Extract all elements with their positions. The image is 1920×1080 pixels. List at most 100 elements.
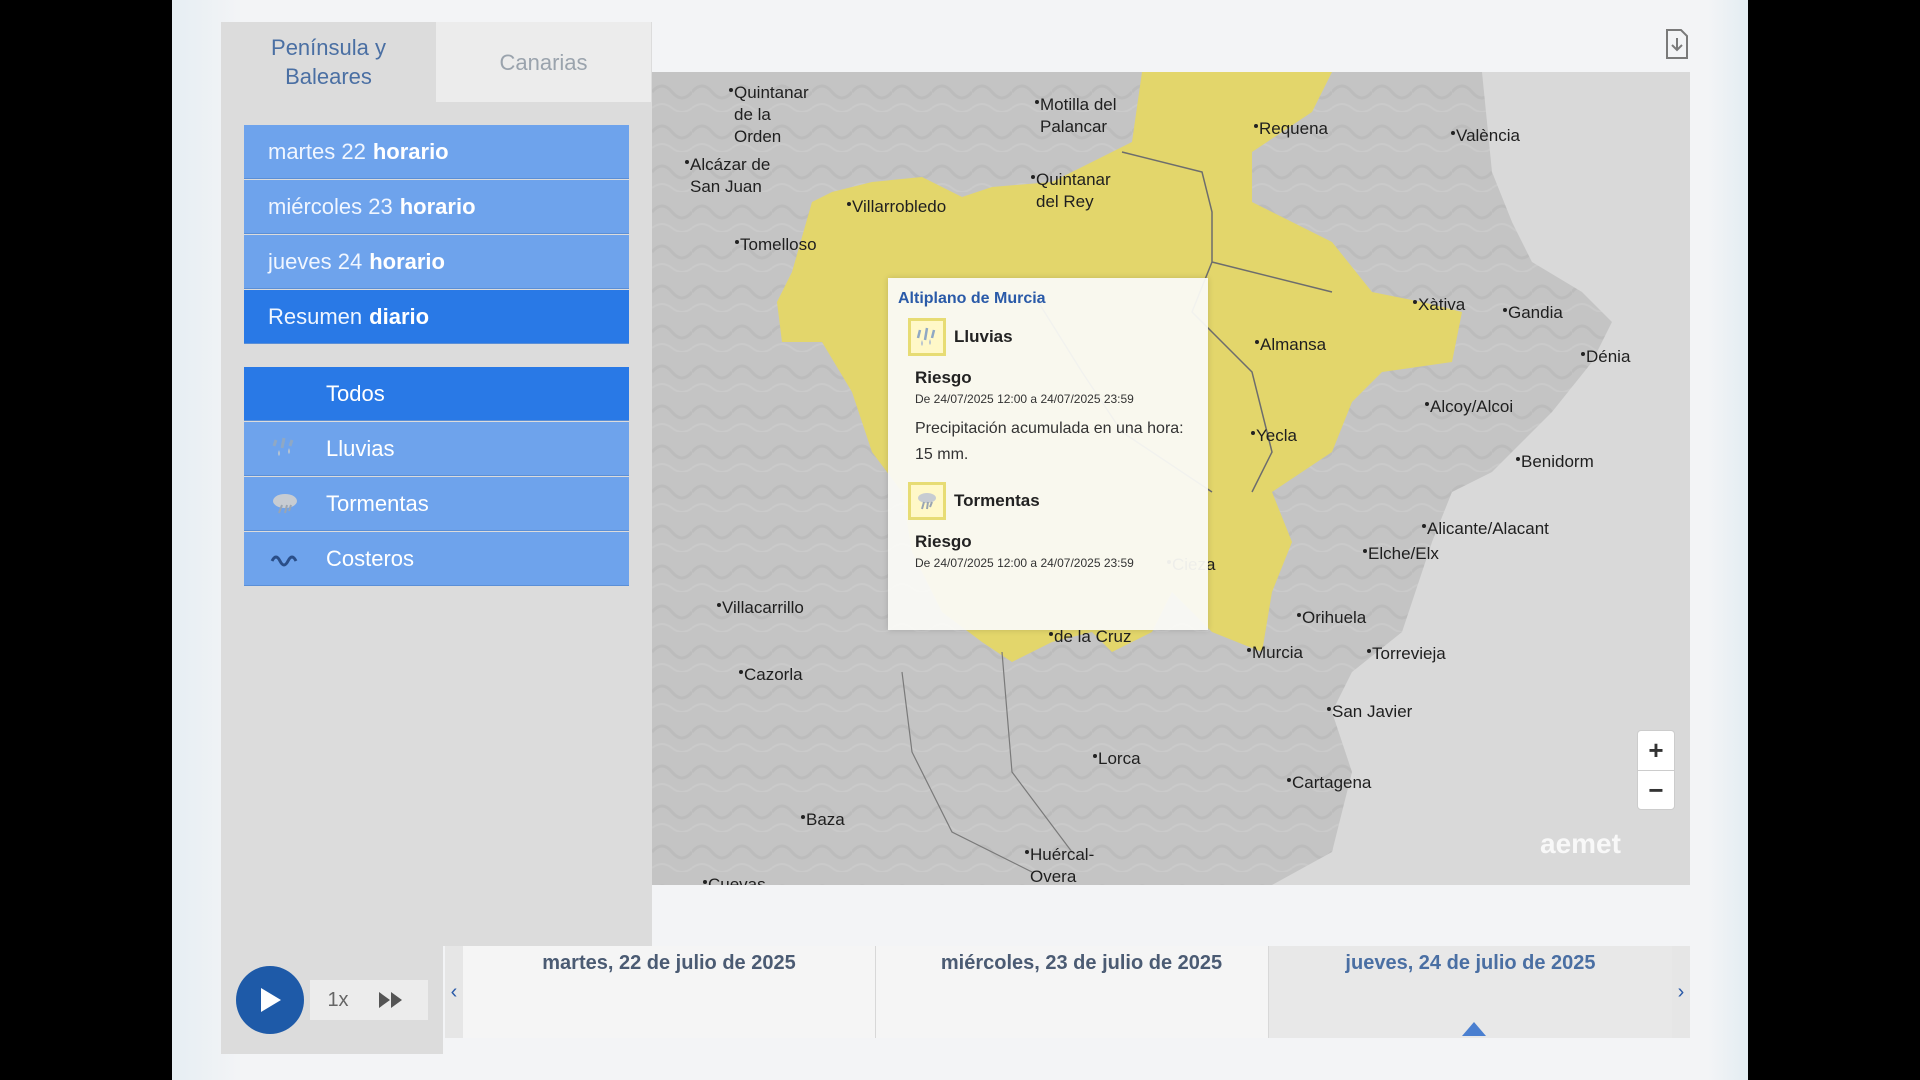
city-label: Motilla del Palancar bbox=[1035, 94, 1117, 138]
play-icon bbox=[261, 988, 281, 1012]
zoom-in-button[interactable]: + bbox=[1638, 731, 1674, 771]
filter-todos[interactable]: Todos bbox=[244, 367, 629, 421]
city-label: Quintanar del Rey bbox=[1031, 169, 1111, 213]
city-name: Villacarrillo bbox=[722, 598, 804, 617]
speed-control: 1x bbox=[310, 980, 428, 1020]
rain-icon bbox=[908, 318, 946, 356]
timeline-day-tuesday[interactable]: martes, 22 de julio de 2025 bbox=[463, 946, 875, 1038]
zoom-control: + − bbox=[1637, 730, 1675, 810]
city-label: Murcia bbox=[1246, 642, 1304, 664]
city-name: Motilla del Palancar bbox=[1040, 95, 1117, 136]
play-button[interactable] bbox=[236, 966, 304, 1034]
city-name: Alcázar de San Juan bbox=[690, 155, 771, 196]
filter-label: Tormentas bbox=[326, 490, 429, 516]
city-name: Xàtiva bbox=[1418, 295, 1466, 314]
risk-row: Lluvias bbox=[908, 318, 1198, 356]
city-label: Yecla bbox=[1251, 425, 1297, 447]
filter-costeros[interactable]: Costeros bbox=[244, 532, 629, 586]
menu-kind-label: horario bbox=[372, 138, 449, 164]
menu-day-tuesday[interactable]: martes 22 horario bbox=[244, 125, 629, 179]
download-icon[interactable] bbox=[1663, 28, 1691, 60]
menu-kind-label: horario bbox=[399, 193, 476, 219]
city-label: Requena bbox=[1253, 118, 1329, 140]
menu-kind-label: horario bbox=[369, 248, 445, 274]
city-label: Tomelloso bbox=[735, 234, 817, 256]
timeline-next-button[interactable]: › bbox=[1672, 946, 1690, 1038]
city-name: Alicante/Alacant bbox=[1427, 519, 1549, 538]
city-label: Huércal- Overa bbox=[1024, 844, 1095, 885]
menu-daily-summary[interactable]: Resumen diario bbox=[244, 290, 629, 344]
city-name: Gandia bbox=[1508, 303, 1563, 322]
risk-name: Tormentas bbox=[954, 491, 1040, 510]
city-label: Xàtiva bbox=[1412, 294, 1466, 316]
city-name: Murcia bbox=[1252, 643, 1304, 662]
city-label: Villacarrillo bbox=[717, 597, 804, 619]
city-name: Quintanar de la Orden bbox=[734, 83, 809, 146]
city-label: Benidorm bbox=[1516, 451, 1594, 473]
city-name: Quintanar del Rey bbox=[1036, 170, 1111, 211]
tab-canarias[interactable]: Canarias bbox=[436, 22, 651, 102]
filter-tormentas[interactable]: Tormentas bbox=[244, 477, 629, 531]
city-name: Benidorm bbox=[1521, 452, 1594, 471]
risk-name: Lluvias bbox=[954, 327, 1013, 346]
risk-dates: De 24/07/2025 12:00 a 24/07/2025 23:59 bbox=[915, 556, 1134, 570]
city-name: Requena bbox=[1259, 119, 1329, 138]
menu-day-label: Resumen bbox=[268, 303, 363, 329]
risk-dates: De 24/07/2025 12:00 a 24/07/2025 23:59 bbox=[915, 392, 1134, 406]
city-label: Alcoy/Alcoi bbox=[1424, 396, 1514, 418]
city-label: Alcázar de San Juan bbox=[684, 154, 771, 198]
city-label: Lorca bbox=[1093, 748, 1141, 770]
filter-lluvias[interactable]: Lluvias bbox=[244, 422, 629, 476]
city-label: Alicante/Alacant bbox=[1422, 518, 1549, 540]
city-label: Baza bbox=[801, 809, 845, 831]
city-name: València bbox=[1456, 126, 1520, 145]
menu-day-thursday[interactable]: jueves 24 horario bbox=[244, 235, 629, 289]
risk-level: Riesgo bbox=[915, 532, 972, 551]
city-name: Orihuela bbox=[1302, 608, 1367, 627]
warning-popup: Altiplano de Murcia Lluvias Riesgo De 24… bbox=[888, 278, 1208, 630]
aemet-logo: aemet bbox=[1540, 828, 1621, 859]
city-name: Elche/Elx bbox=[1368, 544, 1439, 563]
city-label: València bbox=[1451, 125, 1520, 147]
timeline-prev-button[interactable]: ‹ bbox=[445, 946, 463, 1038]
menu-day-label: miércoles 23 bbox=[268, 193, 393, 219]
city-label: Quintanar de la Orden bbox=[729, 82, 809, 148]
city-label: Dénia bbox=[1580, 346, 1631, 368]
storm-icon bbox=[908, 482, 946, 520]
city-name: Dénia bbox=[1586, 347, 1631, 366]
city-label: Elche/Elx bbox=[1363, 543, 1439, 565]
rain-icon bbox=[244, 436, 326, 462]
city-label: Cazorla bbox=[739, 664, 803, 686]
fast-forward-icon[interactable] bbox=[366, 990, 416, 1010]
storm-icon bbox=[244, 491, 326, 517]
menu-day-label: jueves 24 bbox=[268, 248, 363, 274]
zoom-out-button[interactable]: − bbox=[1638, 771, 1674, 810]
timeline-current-marker bbox=[1462, 1022, 1486, 1036]
city-name: Yecla bbox=[1256, 426, 1297, 445]
timeline-day-wednesday[interactable]: miércoles, 23 de julio de 2025 bbox=[875, 946, 1287, 1038]
risk-row: Tormentas bbox=[908, 482, 1198, 520]
city-name: Cazorla bbox=[744, 665, 803, 684]
city-name: Torrevieja bbox=[1372, 644, 1446, 663]
menu-day-wednesday[interactable]: miércoles 23 horario bbox=[244, 180, 629, 234]
filter-label: Todos bbox=[326, 380, 385, 406]
city-name: Huércal- Overa bbox=[1030, 845, 1095, 885]
city-label: Villarrobledo bbox=[846, 196, 947, 218]
city-label: San Javier bbox=[1326, 701, 1413, 723]
city-name: San Javier bbox=[1332, 702, 1413, 721]
filter-label: Costeros bbox=[326, 545, 415, 571]
city-name: Tomelloso bbox=[740, 235, 817, 254]
speed-button[interactable]: 1x bbox=[310, 989, 366, 1012]
city-label: Torrevieja bbox=[1367, 643, 1446, 665]
risk-description: Precipitación acumulada en una hora: 15 … bbox=[915, 420, 1184, 463]
city-name: Villarrobledo bbox=[852, 197, 947, 216]
tab-peninsula[interactable]: Península y Baleares bbox=[221, 22, 436, 102]
city-label: Orihuela bbox=[1296, 607, 1367, 629]
city-label: Cartagena bbox=[1286, 772, 1371, 794]
city-name: Baza bbox=[806, 810, 845, 829]
menu-day-label: martes 22 bbox=[268, 138, 366, 164]
city-label: Almansa bbox=[1254, 334, 1326, 356]
city-name: Alcoy/Alcoi bbox=[1430, 397, 1514, 416]
coastal-icon bbox=[244, 549, 326, 569]
menu-kind-label: diario bbox=[369, 303, 430, 329]
